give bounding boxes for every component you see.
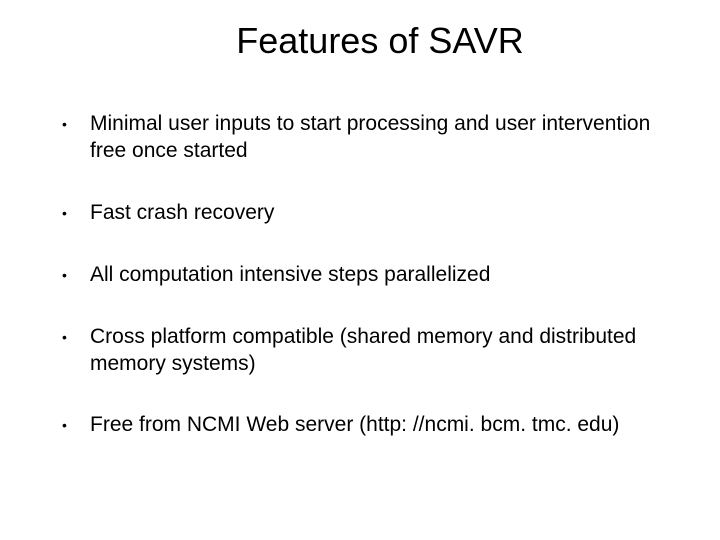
page-title: Features of SAVR: [40, 20, 680, 62]
slide: Features of SAVR • Minimal user inputs t…: [0, 0, 720, 540]
list-item: • Free from NCMI Web server (http: //ncm…: [60, 411, 670, 439]
bullet-list: • Minimal user inputs to start processin…: [40, 110, 680, 439]
bullet-dot-icon: •: [60, 110, 90, 138]
bullet-text: Free from NCMI Web server (http: //ncmi.…: [90, 411, 670, 438]
bullet-dot-icon: •: [60, 199, 90, 227]
list-item: • All computation intensive steps parall…: [60, 261, 670, 289]
bullet-dot-icon: •: [60, 261, 90, 289]
bullet-text: Minimal user inputs to start processing …: [90, 110, 670, 165]
bullet-text: Cross platform compatible (shared memory…: [90, 323, 670, 378]
bullet-text: All computation intensive steps parallel…: [90, 261, 670, 288]
bullet-dot-icon: •: [60, 323, 90, 351]
bullet-text: Fast crash recovery: [90, 199, 670, 226]
list-item: • Minimal user inputs to start processin…: [60, 110, 670, 165]
list-item: • Fast crash recovery: [60, 199, 670, 227]
list-item: • Cross platform compatible (shared memo…: [60, 323, 670, 378]
bullet-dot-icon: •: [60, 411, 90, 439]
